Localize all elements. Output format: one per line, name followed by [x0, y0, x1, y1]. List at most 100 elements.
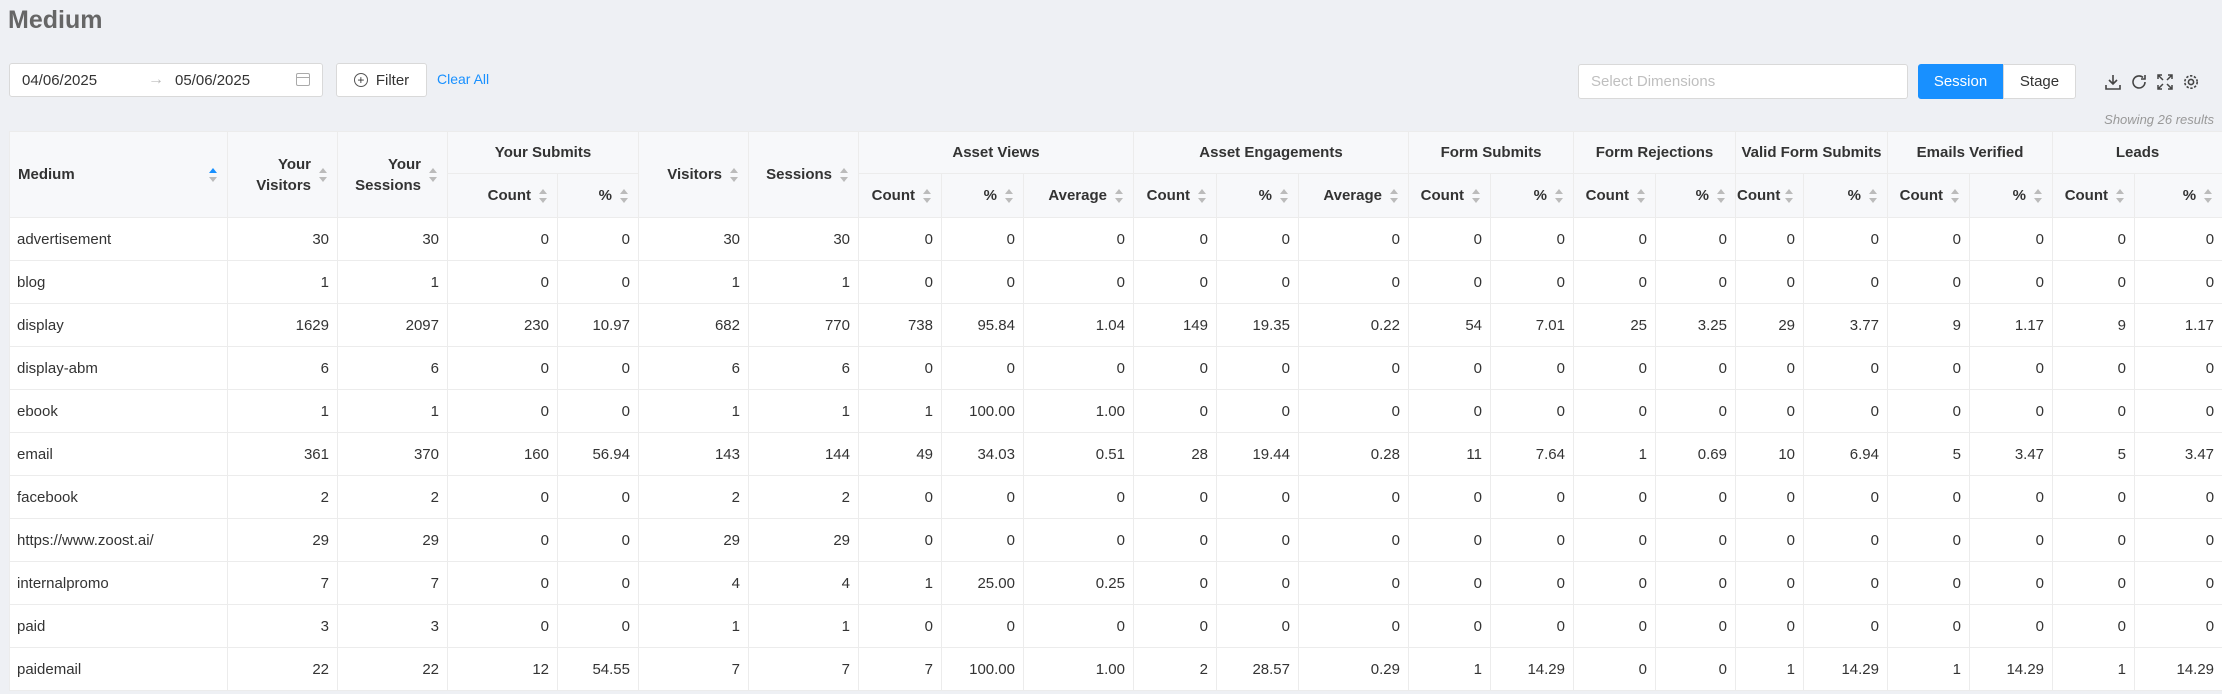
- sub-header-count[interactable]: Count: [1133, 173, 1217, 218]
- stage-toggle[interactable]: Stage: [2003, 64, 2076, 99]
- sort-icon[interactable]: [1472, 188, 1480, 204]
- sort-icon[interactable]: [2116, 188, 2125, 204]
- sub-header-pct[interactable]: %: [1968, 173, 2054, 218]
- arrow-right-icon: →: [148, 71, 164, 88]
- sort-icon[interactable]: [319, 167, 327, 183]
- medium-cell: https://www.zoost.ai/: [9, 518, 228, 562]
- table-row[interactable]: advertisement 30 30 0 0 30 30 0 0 0 0 0 0 0 0 0 0 0 0 0 0 0 0: [9, 217, 2222, 261]
- value-cell: 370: [337, 432, 448, 476]
- value-cell: 0: [1735, 346, 1804, 390]
- column-header-label: Your Visitors: [256, 155, 311, 194]
- table-row[interactable]: display 1629 2097 230 10.97 682 770 738 95.84 1.0…: [9, 303, 2222, 347]
- sort-icon[interactable]: [923, 188, 931, 204]
- value-cell: 56.94: [557, 432, 639, 476]
- value-cell: 22: [337, 647, 448, 691]
- value-cell: 0: [1216, 475, 1299, 519]
- value-cell: 0: [1573, 475, 1656, 519]
- table-row[interactable]: paid 3 3 0 0 1 1 0 0 0 0 0 0 0 0 0 0 0 0 0 0 0 0: [9, 604, 2222, 648]
- sub-header-pct[interactable]: %: [1803, 173, 1888, 218]
- value-cell: 0: [1133, 604, 1217, 648]
- dimensions-select[interactable]: Select Dimensions: [1578, 64, 1908, 99]
- column-header-medium[interactable]: Medium: [9, 131, 228, 218]
- start-date[interactable]: 04/06/2025: [22, 72, 97, 89]
- sub-header-pct[interactable]: %: [1216, 173, 1299, 218]
- sub-header-pct[interactable]: %: [941, 173, 1024, 218]
- sort-icon[interactable]: [1280, 188, 1288, 204]
- value-cell: 25.00: [941, 561, 1024, 605]
- value-cell: 12: [447, 647, 558, 691]
- sort-icon[interactable]: [1555, 188, 1563, 204]
- value-cell: 0: [2134, 475, 2222, 519]
- table-row[interactable]: display-abm 6 6 0 0 6 6 0 0 0 0 0 0 0 0 0 0 0 0 0 0 0 0: [9, 346, 2222, 390]
- sort-icon[interactable]: [1869, 188, 1877, 204]
- column-header-sessions[interactable]: Sessions: [748, 131, 859, 218]
- sub-header-avg[interactable]: Average: [1023, 173, 1134, 218]
- sort-icon[interactable]: [1785, 188, 1793, 204]
- table-row[interactable]: facebook 2 2 0 0 2 2 0 0 0 0 0 0 0 0 0 0 0 0 0 0 0 0: [9, 475, 2222, 519]
- value-cell: 0: [1887, 561, 1970, 605]
- value-cell: 1629: [227, 303, 338, 347]
- sort-icon[interactable]: [1717, 188, 1725, 204]
- column-header-your-visitors[interactable]: Your Visitors: [227, 131, 338, 218]
- sub-header-pct[interactable]: %: [2134, 173, 2222, 218]
- sub-header-count[interactable]: Count: [2052, 173, 2136, 218]
- sort-icon[interactable]: [1951, 188, 1959, 204]
- sub-header-count[interactable]: Count: [1408, 173, 1491, 218]
- download-icon[interactable]: [2104, 73, 2122, 91]
- value-cell: 28: [1133, 432, 1217, 476]
- sort-icon[interactable]: [1198, 188, 1206, 204]
- column-header-visitors[interactable]: Visitors: [638, 131, 749, 218]
- sub-header-pct[interactable]: %: [1490, 173, 1574, 218]
- sort-icon[interactable]: [539, 188, 547, 204]
- value-cell: 1: [337, 260, 448, 304]
- table-row[interactable]: internalpromo 7 7 0 0 4 4 1 25.00 0.25 0 0 0 0 0 0 0 0 0 0 0…: [9, 561, 2222, 605]
- table-row[interactable]: blog 1 1 0 0 1 1 0 0 0 0 0 0 0 0 0 0 0 0 0 0 0 0: [9, 260, 2222, 304]
- value-cell: 0: [1133, 389, 1217, 433]
- sub-header-count[interactable]: Count: [1887, 173, 1970, 218]
- value-cell: 0: [1887, 217, 1970, 261]
- end-date[interactable]: 05/06/2025: [175, 72, 250, 89]
- column-header-your-sessions[interactable]: Your Sessions: [337, 131, 448, 218]
- value-cell: 230: [447, 303, 558, 347]
- clear-all-link[interactable]: Clear All: [437, 71, 489, 87]
- sort-icon[interactable]: [1637, 188, 1645, 204]
- value-cell: 29: [337, 518, 448, 562]
- sub-header-count[interactable]: Count: [858, 173, 942, 218]
- sort-icon[interactable]: [429, 167, 437, 183]
- sub-header-count[interactable]: Count: [1735, 173, 1804, 218]
- sort-icon[interactable]: [620, 188, 628, 204]
- value-cell: 0: [447, 346, 558, 390]
- value-cell: 1.17: [2134, 303, 2222, 347]
- fullscreen-icon[interactable]: [2156, 73, 2174, 91]
- sort-icon[interactable]: [2034, 188, 2043, 204]
- sort-icon[interactable]: [1005, 188, 1013, 204]
- sort-icon[interactable]: [1115, 188, 1123, 204]
- sort-icon[interactable]: [209, 167, 217, 183]
- sub-header-count[interactable]: Count: [1573, 173, 1656, 218]
- date-range-picker[interactable]: 04/06/2025 → 05/06/2025: [9, 63, 323, 97]
- sub-header-avg[interactable]: Average: [1298, 173, 1409, 218]
- refresh-icon[interactable]: [2130, 73, 2148, 91]
- value-cell: 6: [337, 346, 448, 390]
- sub-header-count[interactable]: Count: [447, 173, 558, 218]
- session-toggle[interactable]: Session: [1918, 64, 2003, 99]
- table-row[interactable]: https://www.zoost.ai/29 29 0 0 29 29 0 0 0 0 0 0 0 0 0…: [9, 518, 2222, 562]
- sub-header-pct[interactable]: %: [557, 173, 639, 218]
- value-cell: 0: [858, 604, 942, 648]
- value-cell: 1.04: [1023, 303, 1134, 347]
- column-header-label: Medium: [18, 166, 75, 183]
- sort-icon[interactable]: [2204, 188, 2213, 204]
- sort-icon[interactable]: [730, 167, 738, 183]
- value-cell: 0: [2052, 604, 2136, 648]
- filter-button[interactable]: + Filter: [336, 63, 427, 97]
- value-cell: 29: [227, 518, 338, 562]
- sub-header-pct[interactable]: %: [1655, 173, 1736, 218]
- sort-icon[interactable]: [840, 167, 848, 183]
- sort-icon[interactable]: [1390, 188, 1398, 204]
- value-cell: 34.03: [941, 432, 1024, 476]
- value-cell: 0: [1298, 561, 1409, 605]
- table-row[interactable]: ebook 1 1 0 0 1 1 1 100.00 1.00 0 0 0 0 0 0 0 0 0 0 0 0 0: [9, 389, 2222, 433]
- settings-icon[interactable]: [2182, 73, 2200, 91]
- table-row[interactable]: email 361 370 160 56.94 143 144 49 34.03 0.51 28 19…: [9, 432, 2222, 476]
- table-row[interactable]: paidemail 22 22 12 54.55 7 7 7 100.00 1.00 2 28.57 0…: [9, 647, 2222, 691]
